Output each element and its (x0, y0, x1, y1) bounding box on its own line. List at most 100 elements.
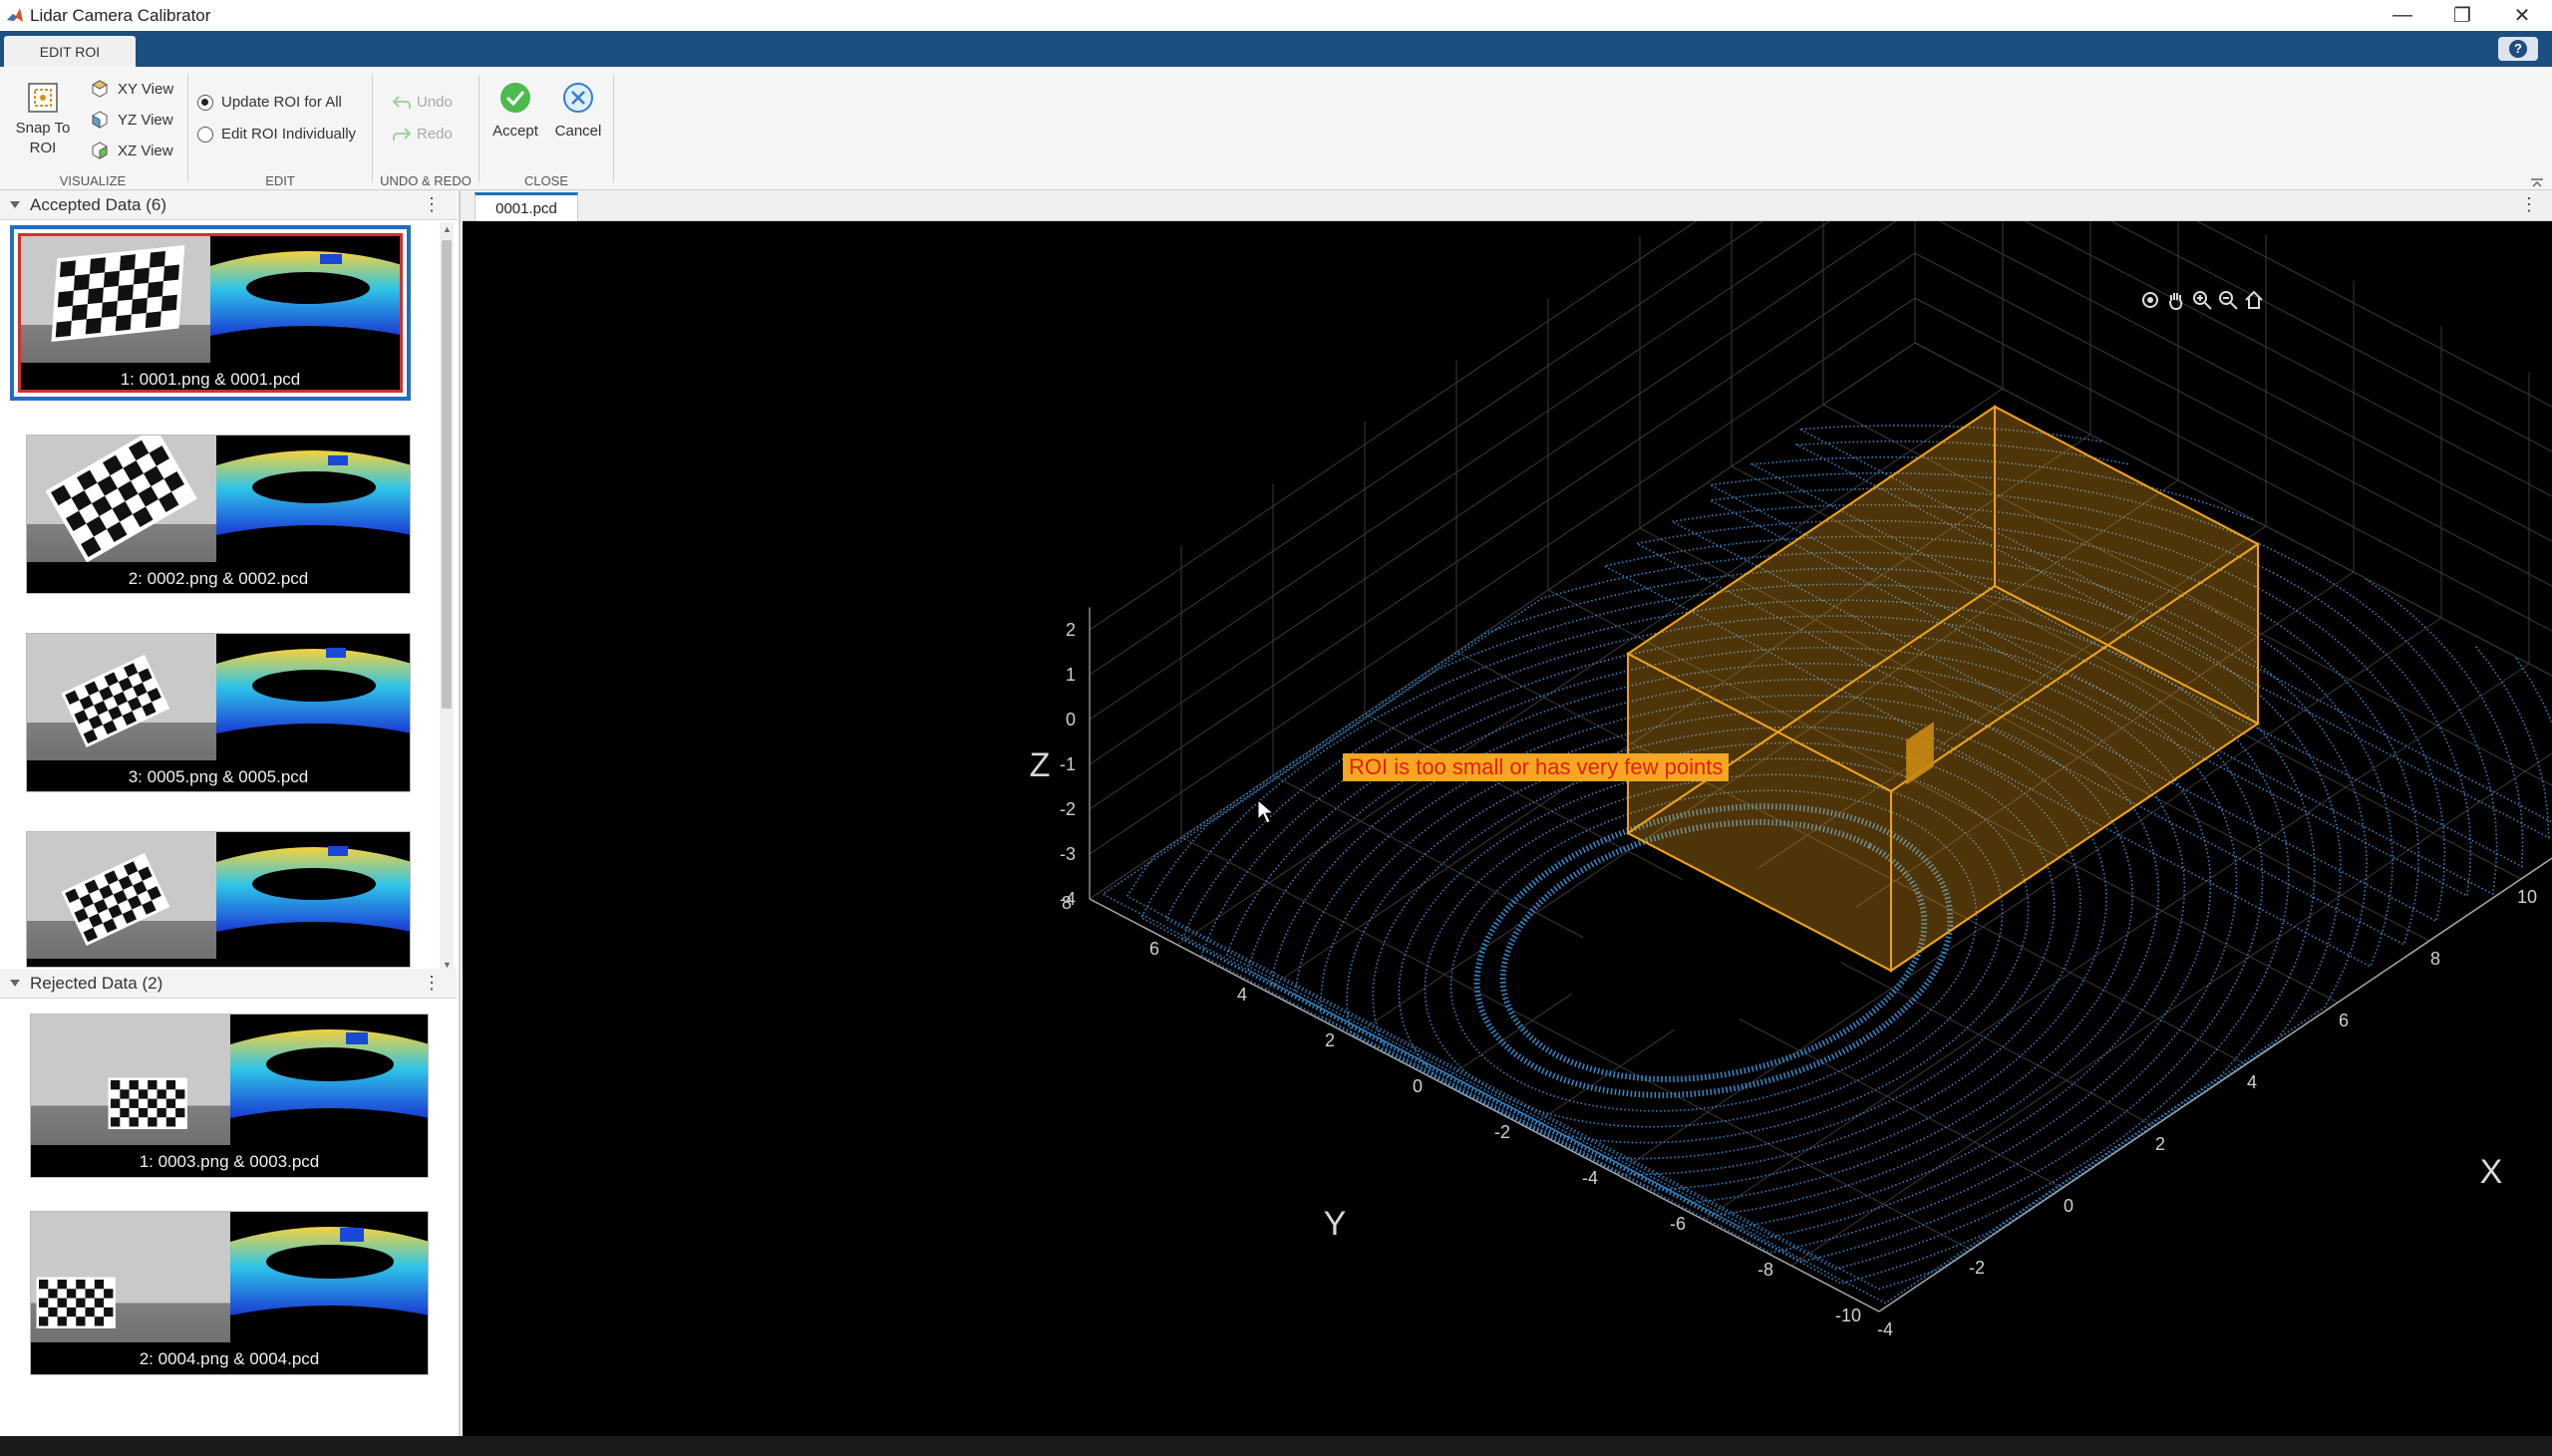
accepted-data-header[interactable]: Accepted Data (6) ⋮ (0, 190, 457, 220)
accepted-thumbnail[interactable] (26, 831, 411, 968)
edit-section-label: EDIT (265, 173, 295, 188)
snap-to-roi-icon (28, 83, 58, 113)
collapse-toolstrip-icon[interactable] (2530, 175, 2544, 187)
x-tick-label: 4 (2247, 1072, 2257, 1092)
lidar-image (216, 634, 410, 760)
x-tick-label: 0 (2064, 1196, 2074, 1216)
status-bar (0, 1436, 2552, 1456)
collapse-arrow-icon[interactable] (10, 980, 20, 987)
rotate-icon[interactable] (2139, 289, 2161, 311)
radio-selected-icon (197, 94, 213, 111)
redo-label: Redo (417, 126, 453, 143)
xy-view-label: XY View (118, 80, 174, 98)
undo-label: Undo (417, 94, 453, 111)
separator (372, 75, 373, 182)
minimize-icon[interactable]: — (2373, 0, 2432, 31)
axes-toolbar (2139, 289, 2265, 311)
x-tick-label: 10 (2517, 887, 2537, 907)
point-cloud-viewer[interactable]: -4-20246810121486420-2-4-6-8-10210-1-2-3… (463, 51, 2552, 1436)
xz-view-button[interactable]: XZ View (90, 141, 173, 160)
thumbnail-caption: 1: 0003.png & 0003.pcd (31, 1145, 428, 1177)
thumbnail-caption: 2: 0004.png & 0004.pcd (31, 1342, 428, 1374)
y-tick-label: -4 (1582, 1168, 1598, 1188)
panel-menu-icon[interactable]: ⋮ (423, 194, 441, 215)
thumbnail-caption: 2: 0002.png & 0002.pcd (27, 562, 410, 593)
edit-roi-individually-radio[interactable]: Edit ROI Individually (197, 126, 356, 143)
separator (613, 75, 614, 182)
xz-view-label: XZ View (118, 142, 173, 159)
camera-image (27, 832, 216, 959)
restore-icon[interactable]: ❐ (2432, 0, 2492, 31)
cancel-x-icon (563, 83, 593, 113)
mouse-cursor-icon (1257, 799, 1275, 824)
z-tick-label: 1 (1066, 665, 1076, 685)
scrollbar-thumb[interactable] (442, 240, 452, 709)
accepted-thumbnail[interactable]: 2: 0002.png & 0002.pcd (26, 435, 411, 594)
document-menu-icon[interactable]: ⋮ (2520, 194, 2538, 215)
rejected-data-header[interactable]: Rejected Data (2) ⋮ (0, 969, 457, 999)
cube-yz-icon (92, 111, 108, 129)
snap-to-roi-button[interactable]: Snap To ROI (10, 81, 76, 158)
edit-roi-individually-label: Edit ROI Individually (221, 126, 357, 143)
cancel-button[interactable]: Cancel (550, 81, 606, 140)
y-tick-label: 6 (1149, 939, 1159, 959)
collapse-arrow-icon[interactable] (10, 201, 20, 208)
z-tick-label: -2 (1060, 799, 1076, 819)
document-bar: 0001.pcd ⋮ (463, 190, 2552, 221)
camera-image (27, 436, 216, 562)
y-tick-label: -2 (1494, 1122, 1510, 1142)
zoom-in-icon[interactable] (2191, 289, 2213, 311)
pan-icon[interactable] (2165, 289, 2187, 311)
accepted-scrollbar[interactable]: ▲ ▼ (440, 222, 454, 972)
lidar-image (210, 236, 400, 363)
update-roi-for-all-radio[interactable]: Update ROI for All (197, 94, 342, 111)
cube-xz-icon (92, 142, 108, 159)
z-tick-label: 2 (1066, 620, 1076, 640)
cancel-label: Cancel (554, 123, 602, 140)
matlab-logo-icon (7, 7, 23, 22)
camera-image (31, 1212, 230, 1342)
radio-unselected-icon (197, 126, 213, 143)
y-axis-label: Y (1324, 1205, 1347, 1243)
close-section-label: CLOSE (523, 173, 569, 188)
toolstrip-tabs: EDIT ROI ? (0, 31, 2552, 67)
cube-xy-icon (91, 80, 109, 98)
panel-menu-icon[interactable]: ⋮ (423, 973, 441, 994)
lidar-image (230, 1212, 428, 1342)
accepted-thumbnail[interactable]: 3: 0005.png & 0005.pcd (26, 633, 411, 792)
x-tick-label: 6 (2339, 1011, 2349, 1030)
toolstrip: Snap To ROI XY View YZ View XZ View VISU… (0, 67, 2552, 190)
lidar-image (216, 436, 410, 562)
tab-edit-roi[interactable]: EDIT ROI (4, 36, 136, 67)
thumbnail-caption: 1: 0001.png & 0001.pcd (21, 363, 400, 390)
help-button[interactable]: ? (2498, 37, 2538, 61)
yz-view-button[interactable]: YZ View (90, 110, 173, 130)
close-icon[interactable]: ✕ (2492, 0, 2552, 31)
x-tick-label: 8 (2430, 949, 2440, 969)
y-tick-label: -6 (1670, 1214, 1686, 1234)
home-icon[interactable] (2243, 289, 2265, 311)
undo-redo-section-label: UNDO & REDO (380, 173, 472, 188)
x-axis-label: X (2480, 1153, 2503, 1191)
yz-view-label: YZ View (118, 111, 173, 129)
document-tab[interactable]: 0001.pcd (475, 192, 578, 221)
y-tick-label: -10 (1835, 1306, 1861, 1325)
roi-warning-message: ROI is too small or has very few points (1343, 753, 1730, 781)
z-tick-label: -1 (1060, 754, 1076, 774)
zoom-out-icon[interactable] (2217, 289, 2239, 311)
undo-button[interactable]: Undo (392, 94, 453, 111)
accepted-thumbnail[interactable]: 1: 0001.png & 0001.pcd (10, 225, 411, 401)
rejected-thumbnail[interactable]: 1: 0003.png & 0003.pcd (30, 1014, 429, 1178)
window-title: Lidar Camera Calibrator (30, 5, 211, 25)
separator (187, 75, 188, 182)
rejected-data-title: Rejected Data (2) (30, 973, 163, 993)
xy-view-button[interactable]: XY View (90, 79, 173, 99)
scroll-up-icon[interactable]: ▲ (443, 224, 452, 234)
title-bar: Lidar Camera Calibrator — ❐ ✕ (0, 0, 2552, 31)
accept-button[interactable]: Accept (488, 81, 542, 140)
rejected-thumbnail[interactable]: 2: 0004.png & 0004.pcd (30, 1211, 429, 1375)
redo-button[interactable]: Redo (392, 126, 453, 143)
undo-redo-section: Undo Redo UNDO & REDO (374, 67, 478, 190)
separator (478, 75, 479, 182)
point-cloud-axes[interactable]: -4-20246810121486420-2-4-6-8-10210-1-2-3… (463, 51, 2552, 1436)
